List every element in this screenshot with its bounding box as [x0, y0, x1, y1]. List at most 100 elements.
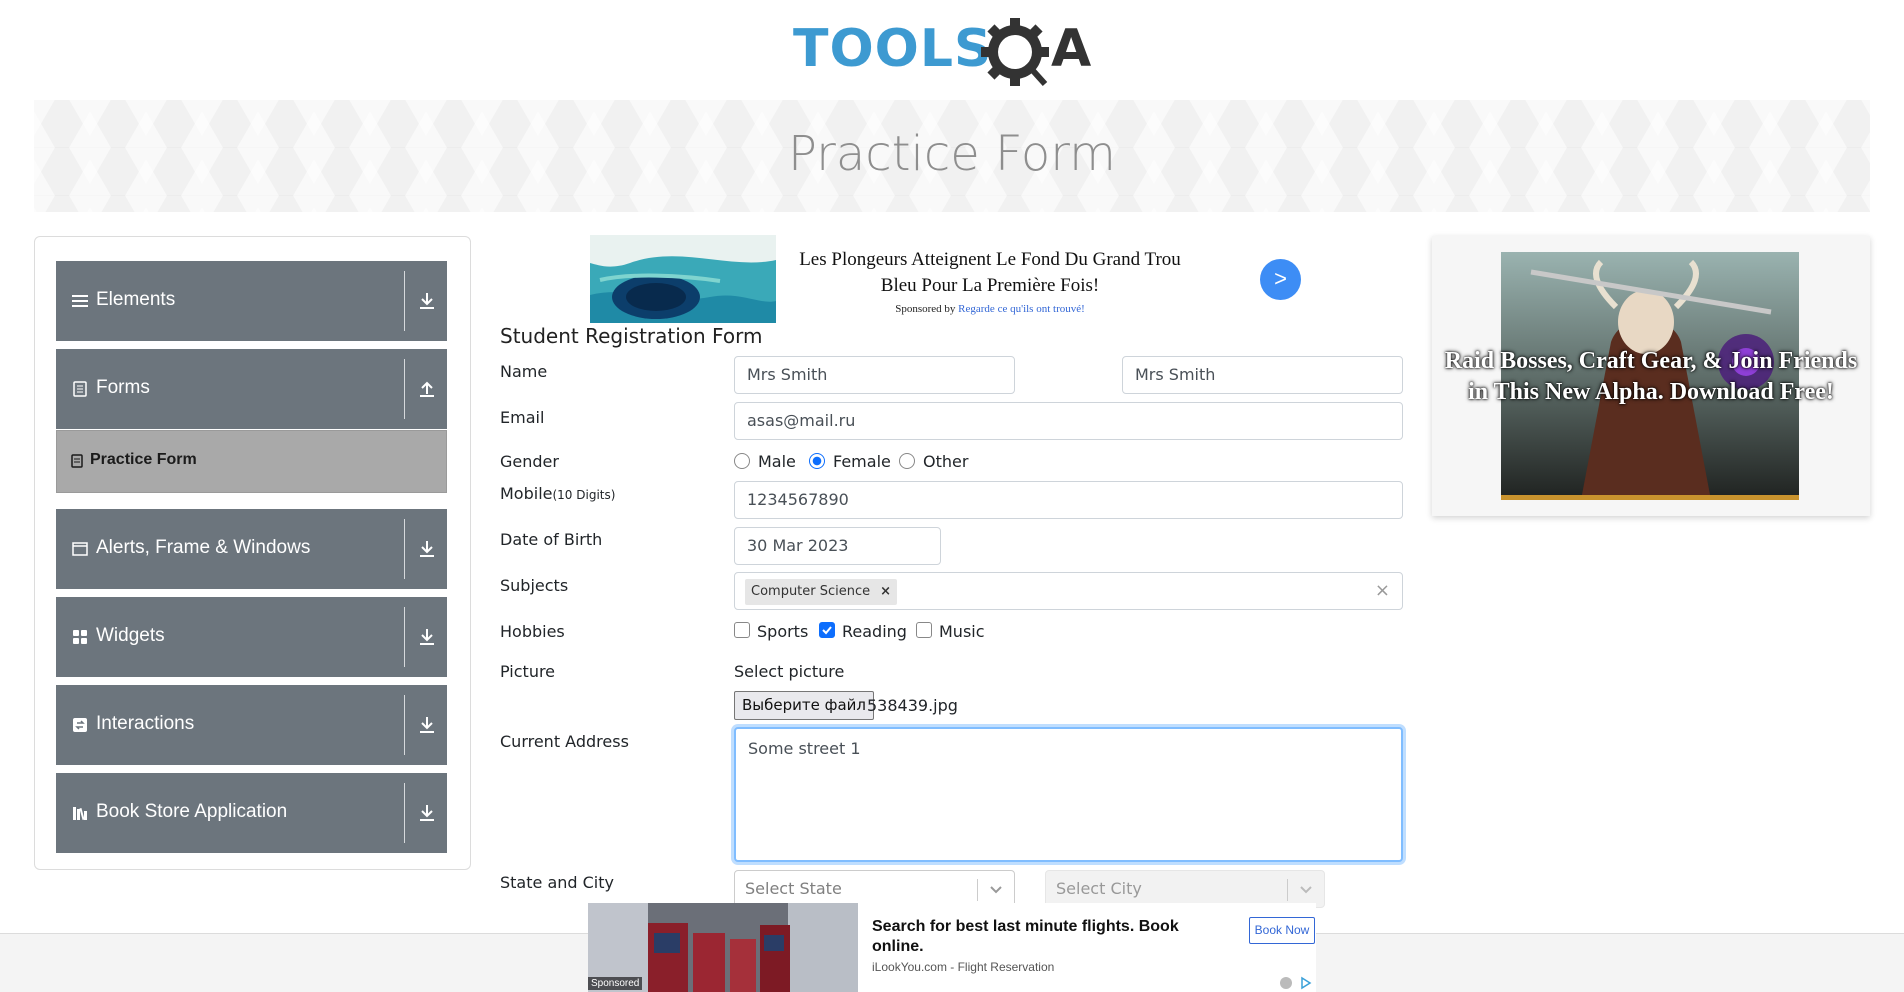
ad-sponsor-link[interactable]: Regarde ce qu'ils ont trouvé! [958, 303, 1085, 315]
email-label: Email [500, 408, 545, 427]
mobile-input[interactable]: 1234567890 [734, 481, 1403, 519]
right-advertisement[interactable]: Raid Bosses, Craft Gear, & Join Friends … [1432, 236, 1870, 516]
sidebar-group-book-store[interactable]: Book Store Application [56, 773, 447, 853]
svg-text:TOOLS: TOOLS [793, 19, 992, 79]
sidebar-group-label: Elements [96, 289, 176, 310]
sidebar-group-forms[interactable]: Forms [56, 349, 447, 429]
download-arrow-icon [420, 805, 434, 821]
gender-male-label[interactable]: Male [758, 452, 796, 471]
dob-label: Date of Birth [500, 530, 603, 549]
first-name-input[interactable]: Mrs Smith [734, 356, 1015, 394]
gender-female-label[interactable]: Female [833, 452, 891, 471]
gender-label: Gender [500, 452, 559, 471]
document-icon [71, 454, 83, 468]
book-now-button[interactable]: Book Now [1249, 917, 1315, 944]
ad-source: iLookYou.com - Flight Reservation [872, 960, 1055, 974]
ad-headline: Les Plongeurs Atteignent Le Fond Du Gran… [799, 249, 1181, 296]
sidebar-group-label: Alerts, Frame & Windows [96, 537, 311, 558]
logo-graphic: TOOLS A [793, 18, 1091, 87]
hobby-music-label[interactable]: Music [939, 622, 985, 641]
name-label: Name [500, 362, 548, 381]
subject-chip: Computer Science × [745, 579, 898, 605]
picture-label: Picture [500, 662, 556, 681]
address-label: Current Address [500, 732, 629, 751]
divider [404, 519, 405, 579]
download-arrow-icon [420, 541, 434, 557]
subjects-input[interactable]: Computer Science × × [734, 572, 1403, 610]
last-name-input[interactable]: Mrs Smith [1122, 356, 1403, 394]
sidebar-group-alerts[interactable]: Alerts, Frame & Windows [56, 509, 447, 589]
ad-next-button[interactable]: > [1260, 259, 1301, 300]
hobby-sports-label[interactable]: Sports [757, 622, 808, 641]
ad-sponsor-line: Sponsored by Regarde ce qu'ils ont trouv… [780, 303, 1200, 315]
divider [404, 695, 405, 755]
ad-image-blue-hole [590, 235, 776, 323]
sidebar: Elements Forms Practice Form Alerts, Fra… [34, 236, 471, 870]
sidebar-group-label: Book Store Application [96, 801, 288, 822]
selected-file-name: 538439.jpg [867, 696, 958, 715]
divider [404, 271, 405, 331]
hobby-reading-checkbox[interactable] [819, 622, 835, 638]
select-picture-label: Select picture [734, 662, 845, 681]
bottom-advertisement[interactable]: Sponsored Search for best last minute fl… [588, 903, 1316, 992]
books-icon [73, 807, 87, 821]
city-select-placeholder: Select City [1056, 879, 1142, 898]
gender-other-label[interactable]: Other [923, 452, 968, 471]
sidebar-group-label: Forms [96, 377, 150, 398]
gender-female-radio[interactable] [809, 453, 825, 469]
sidebar-item-practice-form[interactable]: Practice Form [56, 430, 447, 493]
top-advertisement[interactable]: Les Plongeurs Atteignent Le Fond Du Gran… [588, 235, 1308, 323]
svg-text:A: A [1051, 19, 1091, 79]
address-textarea[interactable]: Some street 1 [734, 727, 1403, 862]
subject-remove-icon[interactable]: × [880, 584, 891, 599]
gender-other-radio[interactable] [899, 453, 915, 469]
email-input[interactable]: asas@mail.ru [734, 402, 1403, 440]
sidebar-group-elements[interactable]: Elements [56, 261, 447, 341]
hobby-music-checkbox[interactable] [916, 622, 932, 638]
gender-male-radio[interactable] [734, 453, 750, 469]
mobile-label-text: Mobile [500, 484, 553, 503]
page-title: Practice Form [788, 126, 1116, 182]
grid-icon [73, 630, 87, 644]
choose-file-button[interactable]: Выберите файл [734, 691, 874, 720]
download-arrow-icon [420, 293, 434, 309]
subjects-clear-icon[interactable]: × [1375, 573, 1390, 609]
interaction-icon [73, 718, 87, 732]
sidebar-item-label: Practice Form [90, 451, 197, 468]
subject-chip-label: Computer Science [751, 584, 871, 599]
upload-arrow-icon [420, 381, 434, 397]
divider [1287, 879, 1288, 901]
ad-headline: Raid Bosses, Craft Gear, & Join Friends … [1444, 348, 1858, 405]
document-icon [73, 381, 87, 397]
dob-input[interactable]: 30 Mar 2023 [734, 527, 941, 565]
mobile-hint: (10 Digits) [552, 488, 616, 502]
state-city-label: State and City [500, 873, 614, 892]
form-title: Student Registration Form [500, 324, 763, 348]
checkmark-icon [822, 626, 832, 635]
hamburger-icon [72, 295, 88, 307]
divider [404, 359, 405, 419]
hobby-reading-label[interactable]: Reading [842, 622, 907, 641]
adchoices-icon[interactable] [1278, 975, 1316, 991]
toolsqa-logo[interactable]: TOOLS A [793, 14, 1115, 92]
divider [404, 783, 405, 843]
state-select-placeholder: Select State [745, 879, 842, 898]
ad-sponsored-prefix: Sponsored by [895, 303, 956, 315]
hobbies-label: Hobbies [500, 622, 565, 641]
ad-headline: Search for best last minute flights. Boo… [872, 918, 1179, 955]
sidebar-group-widgets[interactable]: Widgets [56, 597, 447, 677]
sidebar-group-label: Interactions [96, 713, 195, 734]
download-arrow-icon [420, 629, 434, 645]
chevron-down-icon [1300, 886, 1312, 894]
chevron-down-icon [990, 886, 1002, 894]
window-icon [72, 542, 88, 556]
mobile-label: Mobile(10 Digits) [500, 484, 615, 503]
sponsored-badge: Sponsored [588, 977, 643, 990]
hobby-sports-checkbox[interactable] [734, 622, 750, 638]
divider [404, 607, 405, 667]
subjects-label: Subjects [500, 576, 569, 595]
sidebar-group-interactions[interactable]: Interactions [56, 685, 447, 765]
download-arrow-icon [420, 717, 434, 733]
divider [977, 879, 978, 901]
sidebar-group-label: Widgets [96, 625, 165, 646]
